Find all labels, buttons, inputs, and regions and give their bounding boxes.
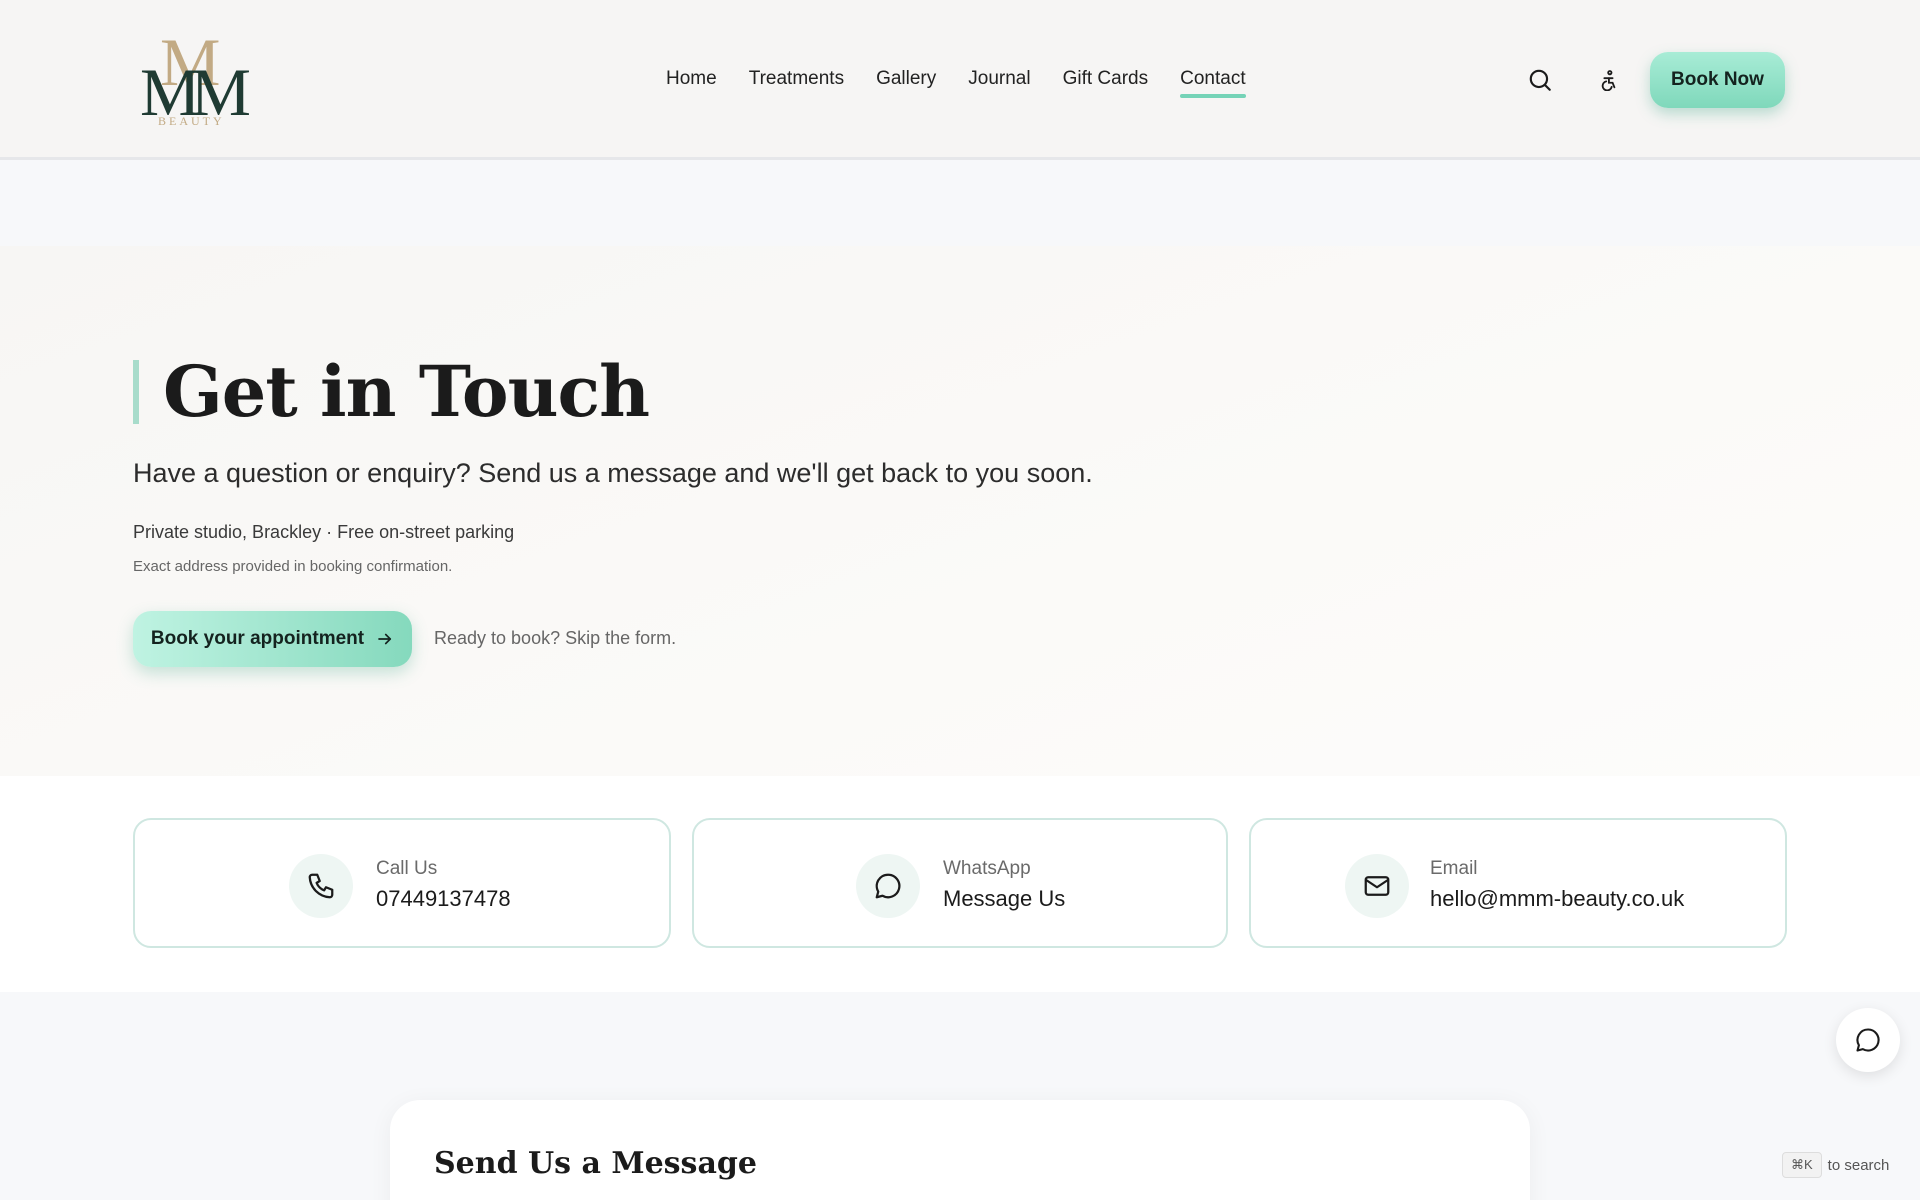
card-label: Call Us [376,858,438,879]
email-card[interactable]: Email hello@mmm-beauty.co.uk [1249,818,1787,948]
card-label: WhatsApp [943,858,1031,879]
chat-bubble-icon [1856,1028,1880,1052]
accessibility-button[interactable] [1588,60,1628,100]
card-label: Email [1430,858,1478,879]
phone-icon [308,873,334,899]
nav-item-journal[interactable]: Journal [952,60,1046,98]
search-icon [1529,69,1551,91]
hero-subtitle: Have a question or enquiry? Send us a me… [133,458,1093,488]
book-appointment-label: Book your appointment [150,628,365,649]
main-nav: Home Treatments Gallery Journal Gift Car… [650,60,1262,98]
arrow-right-icon [378,633,392,645]
book-now-button[interactable]: Book Now [1650,52,1785,108]
site-header: M MM BEAUTY Home Treatments Gallery Jour… [0,0,1920,160]
brand-logo[interactable]: M MM BEAUTY [138,28,251,130]
nav-item-contact[interactable]: Contact [1164,60,1261,98]
mail-icon-badge [1345,854,1409,918]
keyboard-shortcut: ⌘K [1782,1152,1822,1178]
book-appointment-button[interactable]: Book your appointment [133,611,412,667]
message-form-card: Send Us a Message [390,1100,1530,1200]
nav-item-gallery[interactable]: Gallery [860,60,952,98]
message-form-title: Send Us a Message [434,1146,757,1181]
email-address: hello@mmm-beauty.co.uk [1430,886,1685,911]
hero-section [0,246,1920,776]
address-note: Exact address provided in booking confir… [133,558,453,575]
nav-item-gift-cards[interactable]: Gift Cards [1047,60,1165,98]
accessibility-icon [1601,70,1616,91]
studio-location: Private studio, Brackley · Free on-stree… [133,522,515,542]
mail-icon [1364,876,1390,896]
nav-item-treatments[interactable]: Treatments [733,60,860,98]
chat-widget-button[interactable] [1836,1008,1900,1072]
whatsapp-value: Message Us [943,886,1066,911]
search-shortcut-hint: ⌘K to search [1782,1152,1889,1178]
whatsapp-card[interactable]: WhatsApp Message Us [692,818,1228,948]
skip-form-text: Ready to book? Skip the form. [434,628,677,648]
page-title: Get in Touch [133,357,650,427]
call-us-card[interactable]: Call Us 07449137478 [133,818,671,948]
phone-icon-badge [289,854,353,918]
nav-item-home[interactable]: Home [650,60,733,98]
search-button[interactable] [1520,60,1560,100]
chat-bubble-icon [875,873,901,899]
chat-icon-badge [856,854,920,918]
search-hint-text: to search [1827,1156,1890,1174]
logo-subtitle: BEAUTY [158,114,225,128]
phone-number: 07449137478 [376,886,511,911]
